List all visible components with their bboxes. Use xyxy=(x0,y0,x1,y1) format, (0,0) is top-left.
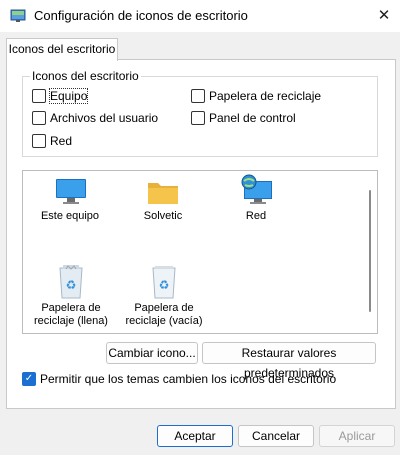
monitor-icon[interactable] xyxy=(55,178,87,209)
tab-desktop-icons[interactable]: Iconos del escritorio xyxy=(6,38,118,61)
restore-defaults-button[interactable]: Restaurar valores predeterminados xyxy=(202,342,376,380)
svg-text:♻: ♻ xyxy=(66,278,77,292)
recycle-bin-full-icon[interactable]: ♻ xyxy=(57,265,85,302)
checkbox-box[interactable] xyxy=(191,111,205,125)
folder-icon[interactable] xyxy=(147,178,179,209)
window-title: Configuración de iconos de escritorio xyxy=(34,8,248,23)
scrollbar-thumb[interactable] xyxy=(369,190,371,312)
close-icon[interactable]: ✕ xyxy=(370,2,398,30)
accept-button[interactable]: Aceptar xyxy=(157,425,233,447)
group-label: Iconos del escritorio xyxy=(30,69,141,83)
network-icon[interactable] xyxy=(240,174,274,209)
icon-label-este-equipo: Este equipo xyxy=(40,210,100,222)
checkbox-panel-control[interactable]: Panel de control xyxy=(191,111,296,125)
checkbox-red[interactable]: Red xyxy=(32,134,72,148)
allow-themes-checkbox[interactable]: ✓ Permitir que los temas cambien los ico… xyxy=(22,372,336,386)
checkbox-label: Red xyxy=(50,134,73,148)
checkbox-label: Papelera de reciclaje xyxy=(209,89,322,103)
checkbox-equipo[interactable]: Equipo xyxy=(32,88,89,104)
icon-label-papelera-llena: Papelera de reciclaje (llena) xyxy=(28,302,114,328)
allow-themes-label: Permitir que los temas cambien los icono… xyxy=(40,372,337,386)
checkbox-box[interactable] xyxy=(32,134,46,148)
label-line: Papelera de xyxy=(41,302,101,314)
cancel-button[interactable]: Cancelar xyxy=(238,425,314,447)
checkbox-box[interactable] xyxy=(32,89,46,103)
checkbox-label: Panel de control xyxy=(209,111,296,125)
desktop-settings-icon xyxy=(10,8,26,24)
checkbox-box[interactable] xyxy=(32,111,46,125)
label-line: reciclaje (vacía) xyxy=(125,315,203,327)
tab-label: Iconos del escritorio xyxy=(8,42,116,56)
icon-label-red: Red xyxy=(245,210,267,222)
icon-label-papelera-vacia: Papelera de reciclaje (vacía) xyxy=(118,302,210,328)
checkbox-label: Equipo xyxy=(48,88,89,104)
label-line: reciclaje (llena) xyxy=(34,315,108,327)
checkbox-papelera[interactable]: Papelera de reciclaje xyxy=(191,89,321,103)
checkbox-archivos-usuario[interactable]: Archivos del usuario xyxy=(32,111,158,125)
checkmark-icon[interactable]: ✓ xyxy=(22,372,36,386)
checkbox-box[interactable] xyxy=(191,89,205,103)
checkbox-label: Archivos del usuario xyxy=(50,111,159,125)
icon-label-solvetic: Solvetic xyxy=(143,210,183,222)
apply-button[interactable]: Aplicar xyxy=(319,425,395,447)
recycle-bin-empty-icon[interactable]: ♻ xyxy=(150,265,178,302)
svg-text:♻: ♻ xyxy=(159,278,170,292)
change-icon-button[interactable]: Cambiar icono... xyxy=(106,342,198,364)
label-line: Papelera de xyxy=(134,302,194,314)
